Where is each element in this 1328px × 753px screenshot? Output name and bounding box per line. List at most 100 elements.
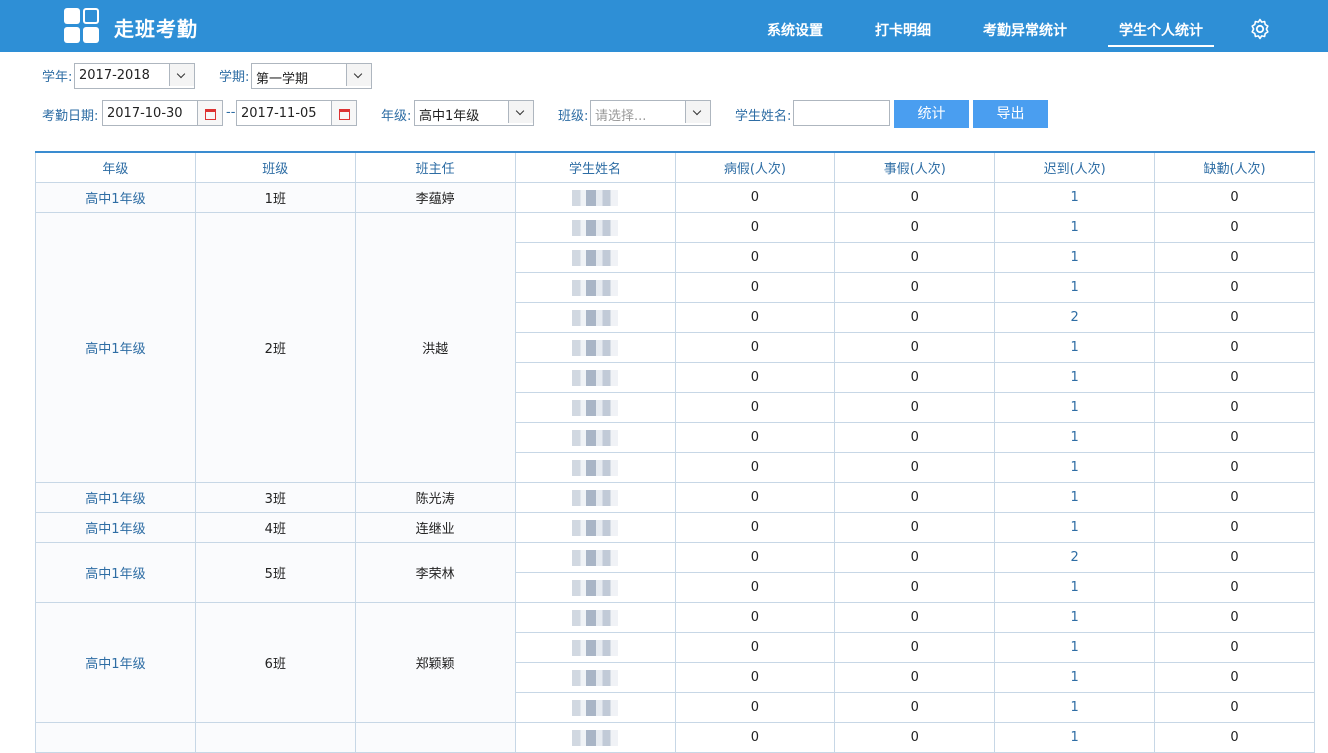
- stat-button[interactable]: 统计: [894, 100, 969, 128]
- late-cell: 1: [994, 332, 1156, 363]
- year-value: 2017-2018: [79, 68, 150, 83]
- sick-leave-cell: 0: [674, 392, 836, 423]
- table-row: 高中1年级 4班 连继业 0 0 1 0: [35, 512, 1315, 543]
- student-name-cell: [514, 452, 676, 483]
- sick-leave-cell: 0: [674, 422, 836, 453]
- table-row: 高中1年级 3班 陈光涛 0 0 1 0: [35, 482, 1315, 513]
- grade-label: 年级:: [381, 109, 412, 124]
- chevron-down-icon: [169, 64, 194, 86]
- redacted-name-mask: [572, 519, 619, 536]
- export-button[interactable]: 导出: [973, 100, 1048, 128]
- late-cell: 1: [994, 482, 1156, 513]
- absent-cell: 0: [1154, 272, 1315, 303]
- late-cell: 1: [994, 362, 1156, 393]
- personal-leave-cell: 0: [834, 482, 996, 513]
- late-cell: 1: [994, 272, 1156, 303]
- personal-leave-cell: 0: [834, 722, 996, 753]
- sick-leave-cell: 0: [674, 272, 836, 303]
- late-cell: 1: [994, 722, 1156, 753]
- absent-cell: 0: [1154, 332, 1315, 363]
- absent-cell: 0: [1154, 632, 1315, 663]
- absent-cell: 0: [1154, 482, 1315, 513]
- term-label: 学期:: [219, 70, 250, 85]
- date-label: 考勤日期:: [42, 109, 99, 124]
- head-teacher-cell: 李蕴婷: [354, 182, 516, 213]
- sick-leave-cell: 0: [674, 452, 836, 483]
- gear-icon[interactable]: [1248, 17, 1272, 41]
- col-header-personal-leave: 事假(人次): [834, 151, 996, 183]
- date-separator: --: [226, 105, 236, 120]
- absent-cell: 0: [1154, 242, 1315, 273]
- app-title: 走班考勤: [114, 17, 198, 41]
- term-value: 第一学期: [256, 72, 309, 87]
- table-header-row: 年级 班级 班主任 学生姓名 病假(人次) 事假(人次) 迟到(人次) 缺勤(人次): [35, 151, 1315, 183]
- class-label: 班级:: [558, 109, 589, 124]
- nav-student-stats[interactable]: 学生个人统计: [1108, 0, 1214, 52]
- absent-cell: 0: [1154, 422, 1315, 453]
- year-select[interactable]: 2017-2018: [74, 63, 195, 89]
- late-cell: 1: [994, 422, 1156, 453]
- col-header-late: 迟到(人次): [994, 151, 1156, 183]
- app-grid-icon: [64, 8, 100, 44]
- sick-leave-cell: 0: [674, 242, 836, 273]
- personal-leave-cell: 0: [834, 542, 996, 573]
- student-name-cell: [514, 422, 676, 453]
- personal-leave-cell: 0: [834, 182, 996, 213]
- start-date-input[interactable]: 2017-10-30: [102, 100, 223, 126]
- late-cell: 1: [994, 602, 1156, 633]
- grade-cell: 高中1年级: [35, 512, 196, 543]
- head-teacher-cell: 李荣林: [354, 542, 516, 603]
- student-name-cell: [514, 392, 676, 423]
- sick-leave-cell: 0: [674, 662, 836, 693]
- table-row: 高中1年级 6班 郑颖颖 0 0 1 0: [35, 602, 1315, 723]
- late-cell: 1: [994, 572, 1156, 603]
- nav-system-settings[interactable]: 系统设置: [758, 0, 832, 52]
- personal-leave-cell: 0: [834, 422, 996, 453]
- nav-attendance-anomaly[interactable]: 考勤异常统计: [974, 0, 1076, 52]
- sick-leave-cell: 0: [674, 512, 836, 543]
- head-teacher-cell: [354, 722, 516, 753]
- student-name-cell: [514, 602, 676, 633]
- sick-leave-cell: 0: [674, 482, 836, 513]
- redacted-name-mask: [572, 279, 619, 296]
- class-select[interactable]: 请选择...: [590, 100, 711, 126]
- absent-cell: 0: [1154, 452, 1315, 483]
- sick-leave-cell: 0: [674, 572, 836, 603]
- calendar-icon[interactable]: [197, 101, 222, 125]
- late-cell: 1: [994, 182, 1156, 213]
- end-date-input[interactable]: 2017-11-05: [236, 100, 357, 126]
- sick-leave-cell: 0: [674, 542, 836, 573]
- grade-cell: 高中1年级: [35, 212, 196, 483]
- personal-leave-cell: 0: [834, 512, 996, 543]
- grade-select[interactable]: 高中1年级: [414, 100, 534, 126]
- personal-leave-cell: 0: [834, 272, 996, 303]
- head-teacher-cell: 陈光涛: [354, 482, 516, 513]
- redacted-name-mask: [572, 639, 619, 656]
- col-header-absent: 缺勤(人次): [1154, 151, 1315, 183]
- late-cell: 1: [994, 512, 1156, 543]
- student-name-cell: [514, 302, 676, 333]
- nav-punch-details[interactable]: 打卡明细: [866, 0, 940, 52]
- calendar-icon[interactable]: [331, 101, 356, 125]
- personal-leave-cell: 0: [834, 602, 996, 633]
- chevron-down-icon: [346, 64, 371, 86]
- redacted-name-mask: [572, 219, 619, 236]
- personal-leave-cell: 0: [834, 362, 996, 393]
- class-cell: 1班: [194, 182, 356, 213]
- grade-cell: 高中1年级: [35, 602, 196, 723]
- student-name-cell: [514, 212, 676, 243]
- student-name-cell: [514, 182, 676, 213]
- end-date-value: 2017-11-05: [241, 106, 317, 121]
- late-cell: 1: [994, 242, 1156, 273]
- absent-cell: 0: [1154, 362, 1315, 393]
- student-name-input[interactable]: [793, 100, 890, 126]
- grade-cell: [35, 722, 196, 753]
- term-select[interactable]: 第一学期: [251, 63, 372, 89]
- class-cell: 5班: [194, 542, 356, 603]
- student-name-cell: [514, 482, 676, 513]
- col-header-student-name: 学生姓名: [514, 151, 676, 183]
- redacted-name-mask: [572, 549, 619, 566]
- student-name-cell: [514, 632, 676, 663]
- sick-leave-cell: 0: [674, 362, 836, 393]
- late-cell: 1: [994, 692, 1156, 723]
